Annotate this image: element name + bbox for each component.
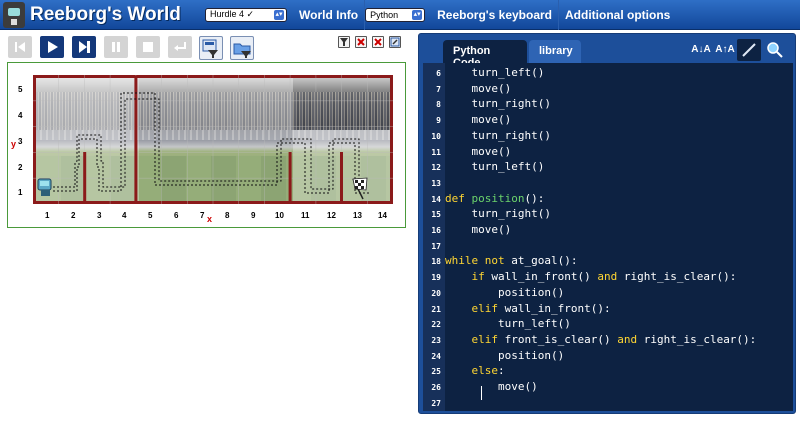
x-axis-number: 12: [327, 211, 336, 220]
language-select[interactable]: Python ▴▾: [365, 7, 426, 22]
world-select-value: Hurdle 4 ✓: [210, 9, 255, 19]
clear-world-button[interactable]: [355, 36, 367, 48]
wall: [83, 152, 87, 204]
additional-options-button[interactable]: Additional options: [559, 0, 676, 30]
x-axis-number: 10: [275, 211, 284, 220]
funnel-icon: [340, 38, 348, 46]
wall: [340, 152, 343, 204]
open-world-button[interactable]: [230, 36, 254, 60]
highlight-button[interactable]: [737, 39, 761, 61]
delete-button[interactable]: [372, 36, 384, 48]
close-box-icon: [374, 38, 382, 46]
x-axis-number: 13: [353, 211, 362, 220]
world-grid: [33, 75, 393, 204]
stop-button[interactable]: [136, 36, 160, 58]
step-forward-icon: [79, 41, 90, 53]
reeborg-robot-icon: [37, 178, 52, 196]
y-axis-number: 4: [18, 111, 23, 120]
close-icon: [357, 38, 365, 46]
reeborg-logo-icon: [3, 1, 25, 28]
watch-variables-button[interactable]: [763, 39, 787, 61]
x-axis-number: 2: [71, 211, 76, 220]
language-select-value: Python: [370, 9, 399, 20]
increase-font-button[interactable]: A↑A: [713, 39, 737, 61]
pen-icon: [742, 43, 756, 57]
x-axis-number: 7: [200, 211, 205, 220]
world-editor-button[interactable]: [199, 36, 223, 60]
world-filter-icon: [202, 39, 218, 58]
y-axis-number: 3: [18, 137, 23, 146]
x-axis-label: x: [207, 214, 213, 224]
y-axis-number: 5: [18, 85, 23, 94]
x-axis-number: 9: [251, 211, 256, 220]
reload-button[interactable]: [8, 36, 32, 58]
pencil-icon: [390, 37, 400, 47]
play-icon: [48, 41, 58, 53]
editor-tabs: Python Code library A↓A A↑A: [419, 34, 795, 69]
decrease-font-button[interactable]: A↓A: [689, 39, 713, 61]
top-bar: Reeborg's World Hurdle 4 ✓ ▴▾ World Info…: [0, 0, 800, 30]
x-axis-number: 11: [301, 211, 310, 220]
pause-icon: [112, 42, 120, 52]
app-title: Reeborg's World: [30, 3, 181, 25]
highlight-toggle[interactable]: [338, 36, 350, 48]
reverse-step-button[interactable]: [168, 36, 192, 58]
wall: [134, 76, 138, 204]
code-line: 27: [431, 398, 441, 408]
folder-icon: [233, 43, 251, 58]
x-axis-number: 8: [225, 211, 230, 220]
run-button[interactable]: [40, 36, 64, 58]
tab-python-code[interactable]: Python Code: [443, 40, 527, 69]
y-axis-number: 1: [18, 188, 23, 197]
x-axis-number: 1: [45, 211, 50, 220]
x-axis-number: 14: [378, 211, 387, 220]
x-axis-number: 5: [148, 211, 153, 220]
step-button[interactable]: [72, 36, 96, 58]
y-axis-number: 2: [18, 163, 23, 172]
world-info-button[interactable]: World Info: [293, 0, 366, 30]
wall: [288, 152, 292, 204]
code-area[interactable]: 6 turn_left() 7 move() 8 turn_right() 9 …: [423, 63, 793, 411]
text-cursor: [481, 386, 482, 400]
stop-icon: [143, 42, 153, 52]
y-axis-label: y: [11, 139, 17, 149]
magnifier-icon: [767, 42, 783, 58]
chevron-down-icon: ▴▾: [274, 9, 284, 20]
return-arrow-icon: [174, 42, 186, 51]
x-axis-number: 6: [174, 211, 179, 220]
pause-button[interactable]: [104, 36, 128, 58]
x-axis-number: 3: [97, 211, 102, 220]
tab-library[interactable]: library: [529, 40, 581, 63]
robot-trace: [49, 98, 360, 190]
chevron-down-icon: ▴▾: [412, 9, 423, 20]
edit-world-button[interactable]: [389, 36, 401, 48]
goal-flag-icon: [352, 177, 368, 200]
skip-back-icon: [15, 42, 25, 52]
x-axis-number: 4: [122, 211, 127, 220]
keyboard-button[interactable]: Reeborg's keyboard: [431, 0, 559, 30]
code-editor-panel: Python Code library A↓A A↑A 6 turn_left(…: [418, 33, 796, 414]
world-select[interactable]: Hurdle 4 ✓ ▴▾: [205, 7, 287, 22]
